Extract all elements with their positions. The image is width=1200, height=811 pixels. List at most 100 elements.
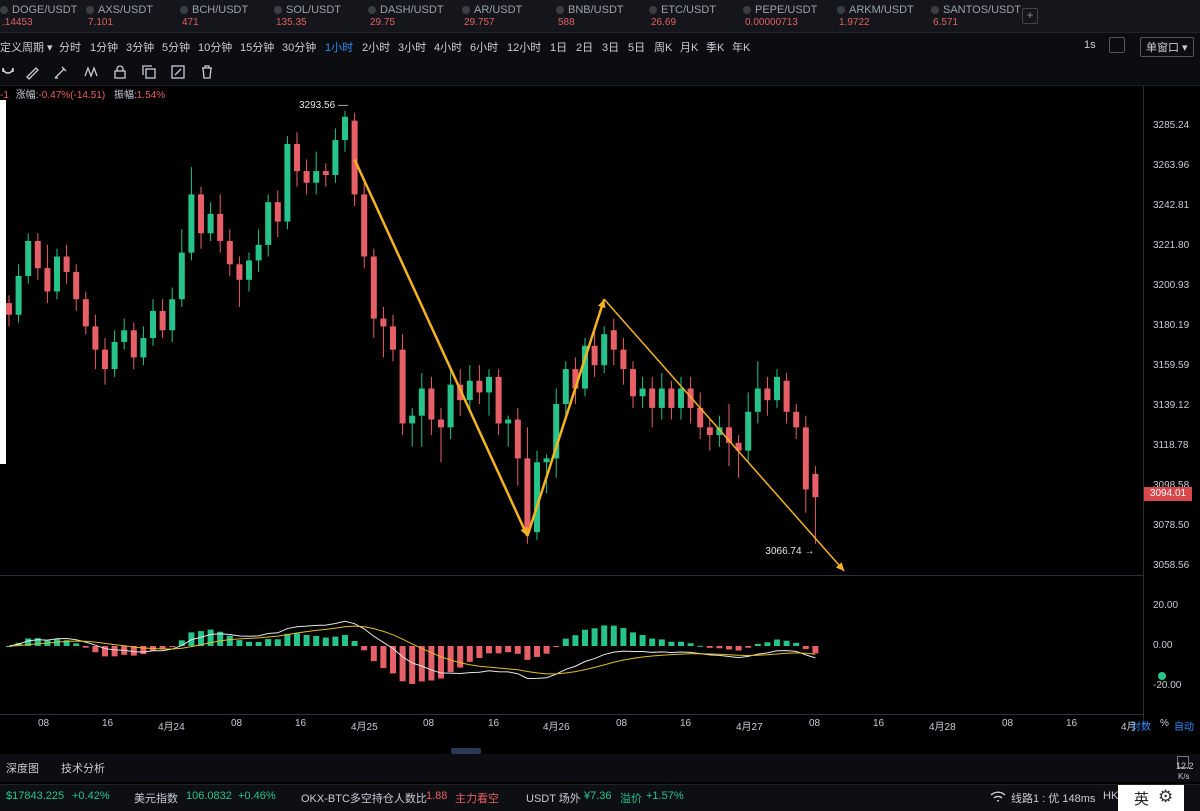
tab-technical-analysis[interactable]: 技术分析	[61, 760, 105, 776]
ticker-item[interactable]: DASH/USDT 29.75	[368, 3, 444, 31]
candle-body	[591, 345, 598, 366]
edit-icon[interactable]	[170, 64, 186, 80]
ticker-name: AR/USDT	[462, 3, 522, 17]
line-quality[interactable]: 线路1 : 优 148ms	[1011, 790, 1095, 806]
custom-period-dropdown[interactable]: 定义周期 ▾	[0, 39, 53, 55]
pattern-icon[interactable]	[83, 64, 99, 80]
time-tick: 4月24	[158, 722, 185, 733]
candle-body	[63, 256, 70, 273]
ticker-price: 135.35	[276, 17, 307, 28]
macd-histogram-bar	[351, 641, 358, 646]
tf-5m[interactable]: 5分钟	[162, 39, 190, 55]
ticker-item[interactable]: BCH/USDT 471	[180, 3, 248, 31]
ticker-item[interactable]: BNB/USDT 588	[556, 3, 624, 31]
wifi-icon	[990, 791, 1006, 802]
candle-body	[246, 260, 252, 280]
candle-body	[265, 202, 272, 245]
time-tick: 08	[231, 718, 243, 729]
ticker-item[interactable]: ETC/USDT 26.69	[649, 3, 716, 31]
candle-body	[34, 240, 41, 269]
ticker-item[interactable]: ARKM/USDT 1.9722	[837, 3, 914, 31]
tf-12h[interactable]: 12小时	[507, 39, 541, 55]
tf-1m[interactable]: 1分钟	[90, 39, 118, 55]
tf-15m[interactable]: 15分钟	[240, 39, 274, 55]
gear-icon[interactable]: ⚙	[1158, 787, 1173, 807]
percent-scale-toggle[interactable]: %	[1160, 718, 1169, 729]
tf-2d[interactable]: 2日	[576, 39, 593, 55]
price-tick: 3221.80	[1153, 240, 1190, 251]
tf-5d[interactable]: 5日	[628, 39, 645, 55]
tf-30m[interactable]: 30分钟	[282, 39, 316, 55]
macd-histogram-bar	[649, 638, 656, 646]
macd-histogram-bar	[582, 629, 588, 646]
tf-10m[interactable]: 10分钟	[198, 39, 232, 55]
candle-body	[361, 194, 368, 257]
copy-icon[interactable]	[141, 64, 157, 80]
price-tick: 3058.56	[1153, 560, 1190, 571]
candle-body	[418, 388, 425, 416]
ticker-item[interactable]: AR/USDT 29.757	[462, 3, 522, 31]
candle-body	[409, 415, 416, 424]
time-tick: 08	[423, 718, 435, 729]
macd-histogram-bar	[265, 639, 272, 646]
macd-histogram-bar	[111, 646, 118, 657]
ticker-item[interactable]: DOGE/USDT .14453	[0, 3, 77, 31]
tf-3h[interactable]: 3小时	[398, 39, 426, 55]
brush-icon[interactable]	[53, 64, 69, 80]
macd-histogram-bar	[313, 635, 320, 646]
high-price-annotation: 3293.56 —	[299, 100, 348, 111]
macd-histogram-bar	[610, 625, 617, 646]
macd-histogram-bar	[322, 637, 329, 646]
candle-body	[274, 202, 281, 222]
layout-icon[interactable]	[1109, 37, 1125, 53]
tab-depth-chart[interactable]: 深度图	[6, 760, 39, 776]
long-short-ratio-label: OKX-BTC多空持仓人数比	[301, 793, 427, 805]
log-scale-toggle[interactable]: 对数	[1131, 718, 1151, 733]
candlestick-chart[interactable]: 3293.56 — 3066.74 →	[0, 86, 1143, 714]
price-tick: 3118.78	[1153, 440, 1189, 451]
magnet-icon[interactable]	[0, 64, 16, 80]
candle-body	[150, 310, 156, 339]
candle-body	[198, 194, 204, 234]
tf-2h[interactable]: 2小时	[362, 39, 390, 55]
window-mode-dropdown[interactable]: 单窗口 ▾	[1140, 37, 1194, 57]
candle-body	[476, 380, 483, 393]
ticker-item[interactable]: AXS/USDT 7.101	[86, 3, 153, 31]
time-tick: 16	[873, 718, 885, 729]
ime-indicator[interactable]: 英 ⚙	[1118, 785, 1184, 811]
tf-tick[interactable]: 分时	[59, 39, 81, 55]
tf-quarter[interactable]: 季K	[706, 39, 724, 55]
trash-icon[interactable]	[199, 64, 215, 80]
macd-histogram-bar	[332, 636, 339, 646]
macd-histogram-bar	[534, 646, 540, 657]
tf-4h[interactable]: 4小时	[434, 39, 462, 55]
macd-histogram-bar	[553, 646, 560, 647]
candle-body	[159, 310, 166, 331]
macd-histogram-bar	[543, 646, 550, 654]
tf-month[interactable]: 月K	[680, 39, 698, 55]
tf-1h[interactable]: 1小时	[325, 39, 353, 55]
add-ticker-button[interactable]: +	[1022, 8, 1038, 24]
tf-week[interactable]: 周K	[654, 39, 672, 55]
macd-histogram-bar	[486, 646, 492, 654]
candle-body	[188, 194, 195, 253]
tf-1d[interactable]: 1日	[550, 39, 567, 55]
refresh-interval[interactable]: 1s	[1084, 39, 1096, 51]
macd-histogram-bar	[169, 646, 176, 647]
ticker-name: ETC/USDT	[649, 3, 716, 17]
ticker-item[interactable]: SOL/USDT 135.35	[274, 3, 341, 31]
ticker-name: BNB/USDT	[556, 3, 624, 17]
auto-scale-toggle[interactable]: 自动	[1174, 718, 1194, 733]
pencil-icon[interactable]	[24, 64, 40, 80]
time-tick: 16	[295, 718, 307, 729]
ticker-item[interactable]: PEPE/USDT 0.00000713	[743, 3, 817, 31]
candle-body	[121, 330, 128, 342]
tf-3m[interactable]: 3分钟	[126, 39, 154, 55]
ticker-item[interactable]: SANTOS/USDT 6.571	[931, 3, 1021, 31]
macd-histogram-bar	[418, 646, 425, 682]
tf-year[interactable]: 年K	[732, 39, 750, 55]
tf-3d[interactable]: 3日	[602, 39, 619, 55]
lock-icon[interactable]	[112, 64, 128, 80]
trend-arrow-line	[526, 298, 606, 537]
tf-6h[interactable]: 6小时	[470, 39, 498, 55]
